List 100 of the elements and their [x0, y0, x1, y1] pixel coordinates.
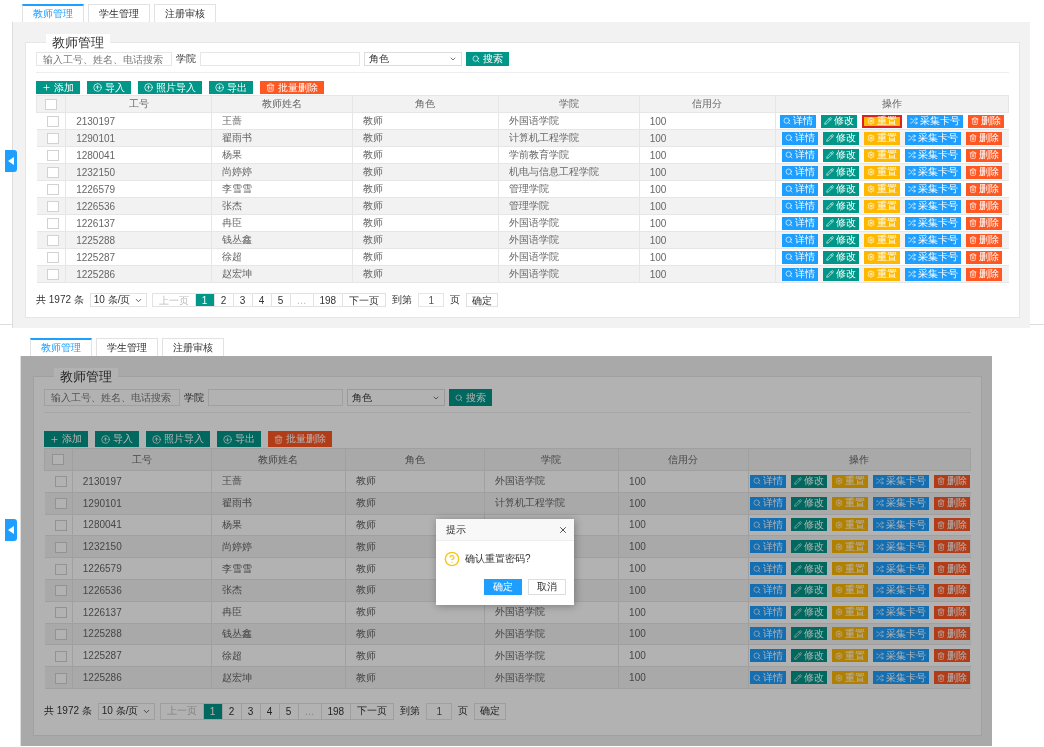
checkbox[interactable]: [54, 519, 67, 531]
detail-button[interactable]: 详情: [749, 562, 786, 576]
delete-button[interactable]: 删除: [966, 148, 1003, 162]
delete-button[interactable]: 删除: [968, 114, 1005, 128]
ok-button[interactable]: 确定: [484, 579, 522, 595]
collect-card-button[interactable]: 采集卡号: [907, 114, 964, 128]
delete-button[interactable]: 删除: [933, 627, 970, 641]
checkbox[interactable]: [54, 628, 67, 640]
page-number-field[interactable]: 1: [418, 293, 445, 307]
reset-button[interactable]: 重置: [831, 605, 868, 619]
delete-button[interactable]: 删除: [933, 518, 970, 532]
reset-button[interactable]: 重置: [864, 216, 901, 230]
edit-button[interactable]: 修改: [790, 474, 827, 488]
export-button[interactable]: 导出: [217, 431, 261, 447]
role-select[interactable]: 角色: [364, 52, 462, 66]
reset-button[interactable]: 重置: [864, 182, 901, 196]
page-button[interactable]: 下一页: [342, 293, 387, 307]
collect-card-button[interactable]: 采集卡号: [872, 649, 929, 663]
detail-button[interactable]: 详情: [782, 250, 819, 264]
reset-button[interactable]: 重置: [831, 496, 868, 510]
collect-card-button[interactable]: 采集卡号: [905, 182, 962, 196]
edit-button[interactable]: 修改: [790, 627, 827, 641]
detail-button[interactable]: 详情: [782, 182, 819, 196]
confirm-button[interactable]: 确定: [474, 702, 507, 720]
checkbox[interactable]: [46, 234, 59, 246]
checkbox[interactable]: [54, 672, 67, 684]
reset-button[interactable]: 重置: [831, 583, 868, 597]
reset-button[interactable]: 重置: [831, 627, 868, 641]
page-button[interactable]: 3: [232, 293, 253, 307]
collect-card-button[interactable]: 采集卡号: [905, 216, 962, 230]
confirm-button[interactable]: 确定: [466, 293, 499, 307]
checkbox[interactable]: [54, 541, 67, 553]
checkbox[interactable]: [54, 650, 67, 662]
collect-card-button[interactable]: 采集卡号: [872, 583, 929, 597]
detail-button[interactable]: 详情: [782, 233, 819, 247]
reset-button[interactable]: 重置: [864, 233, 901, 247]
delete-button[interactable]: 删除: [966, 199, 1003, 213]
detail-button[interactable]: 详情: [749, 605, 786, 619]
delete-button[interactable]: 删除: [933, 583, 970, 597]
delete-button[interactable]: 删除: [966, 233, 1003, 247]
search-field[interactable]: 输入工号、姓名、电话搜索: [36, 52, 172, 66]
edit-button[interactable]: 修改: [823, 182, 860, 196]
checkbox[interactable]: [52, 454, 65, 466]
edit-button[interactable]: 修改: [790, 649, 827, 663]
page-size-select[interactable]: 10 条/页: [89, 293, 147, 307]
collect-card-button[interactable]: 采集卡号: [872, 496, 929, 510]
reset-button[interactable]: 重置: [864, 148, 901, 162]
collect-card-button[interactable]: 采集卡号: [872, 671, 929, 685]
collect-card-button[interactable]: 采集卡号: [872, 474, 929, 488]
checkbox[interactable]: [46, 115, 59, 127]
role-select[interactable]: 角色: [347, 389, 445, 406]
detail-button[interactable]: 详情: [749, 649, 786, 663]
tab[interactable]: 学生管理: [88, 4, 150, 22]
reset-button[interactable]: 重置: [864, 131, 901, 145]
reset-button[interactable]: 重置: [831, 540, 868, 554]
collect-card-button[interactable]: 采集卡号: [872, 627, 929, 641]
search-button[interactable]: 搜索: [449, 389, 492, 406]
delete-button[interactable]: 删除: [933, 562, 970, 576]
edit-button[interactable]: 修改: [790, 605, 827, 619]
detail-button[interactable]: 详情: [749, 474, 786, 488]
delete-button[interactable]: 删除: [966, 182, 1003, 196]
detail-button[interactable]: 详情: [782, 165, 819, 179]
add-button[interactable]: 添加: [44, 431, 88, 447]
page-button[interactable]: 1: [202, 702, 223, 720]
collect-card-button[interactable]: 采集卡号: [905, 131, 962, 145]
edit-button[interactable]: 修改: [823, 199, 860, 213]
checkbox[interactable]: [45, 98, 58, 110]
delete-button[interactable]: 删除: [933, 649, 970, 663]
delete-button[interactable]: 删除: [933, 474, 970, 488]
checkbox[interactable]: [54, 498, 67, 510]
edit-button[interactable]: 修改: [823, 216, 860, 230]
search-field[interactable]: 输入工号、姓名、电话搜索: [44, 389, 180, 406]
collect-card-button[interactable]: 采集卡号: [905, 233, 962, 247]
detail-button[interactable]: 详情: [782, 216, 819, 230]
batch-delete-button[interactable]: 批量删除: [260, 81, 324, 94]
search-button[interactable]: 搜索: [466, 52, 509, 66]
reset-button[interactable]: 重置: [831, 649, 868, 663]
page-button[interactable]: 5: [278, 702, 299, 720]
page-size-select[interactable]: 10 条/页: [97, 702, 155, 720]
reset-button[interactable]: 重置: [831, 518, 868, 532]
detail-button[interactable]: 详情: [749, 583, 786, 597]
checkbox[interactable]: [54, 563, 67, 575]
photo-import-button[interactable]: 照片导入: [146, 431, 210, 447]
checkbox[interactable]: [46, 166, 59, 178]
import-button[interactable]: 导入: [87, 81, 131, 94]
detail-button[interactable]: 详情: [749, 540, 786, 554]
reset-button[interactable]: 重置: [864, 250, 901, 264]
edit-button[interactable]: 修改: [790, 562, 827, 576]
edit-button[interactable]: 修改: [823, 233, 860, 247]
edit-button[interactable]: 修改: [823, 250, 860, 264]
tab[interactable]: 注册审核: [162, 338, 224, 356]
delete-button[interactable]: 删除: [966, 165, 1003, 179]
collect-card-button[interactable]: 采集卡号: [905, 199, 962, 213]
checkbox[interactable]: [46, 183, 59, 195]
checkbox[interactable]: [46, 217, 59, 229]
reset-button[interactable]: 重置: [864, 165, 901, 179]
batch-delete-button[interactable]: 批量删除: [268, 431, 332, 447]
collect-card-button[interactable]: 采集卡号: [872, 540, 929, 554]
reset-button[interactable]: 重置: [862, 114, 903, 128]
collect-card-button[interactable]: 采集卡号: [872, 605, 929, 619]
